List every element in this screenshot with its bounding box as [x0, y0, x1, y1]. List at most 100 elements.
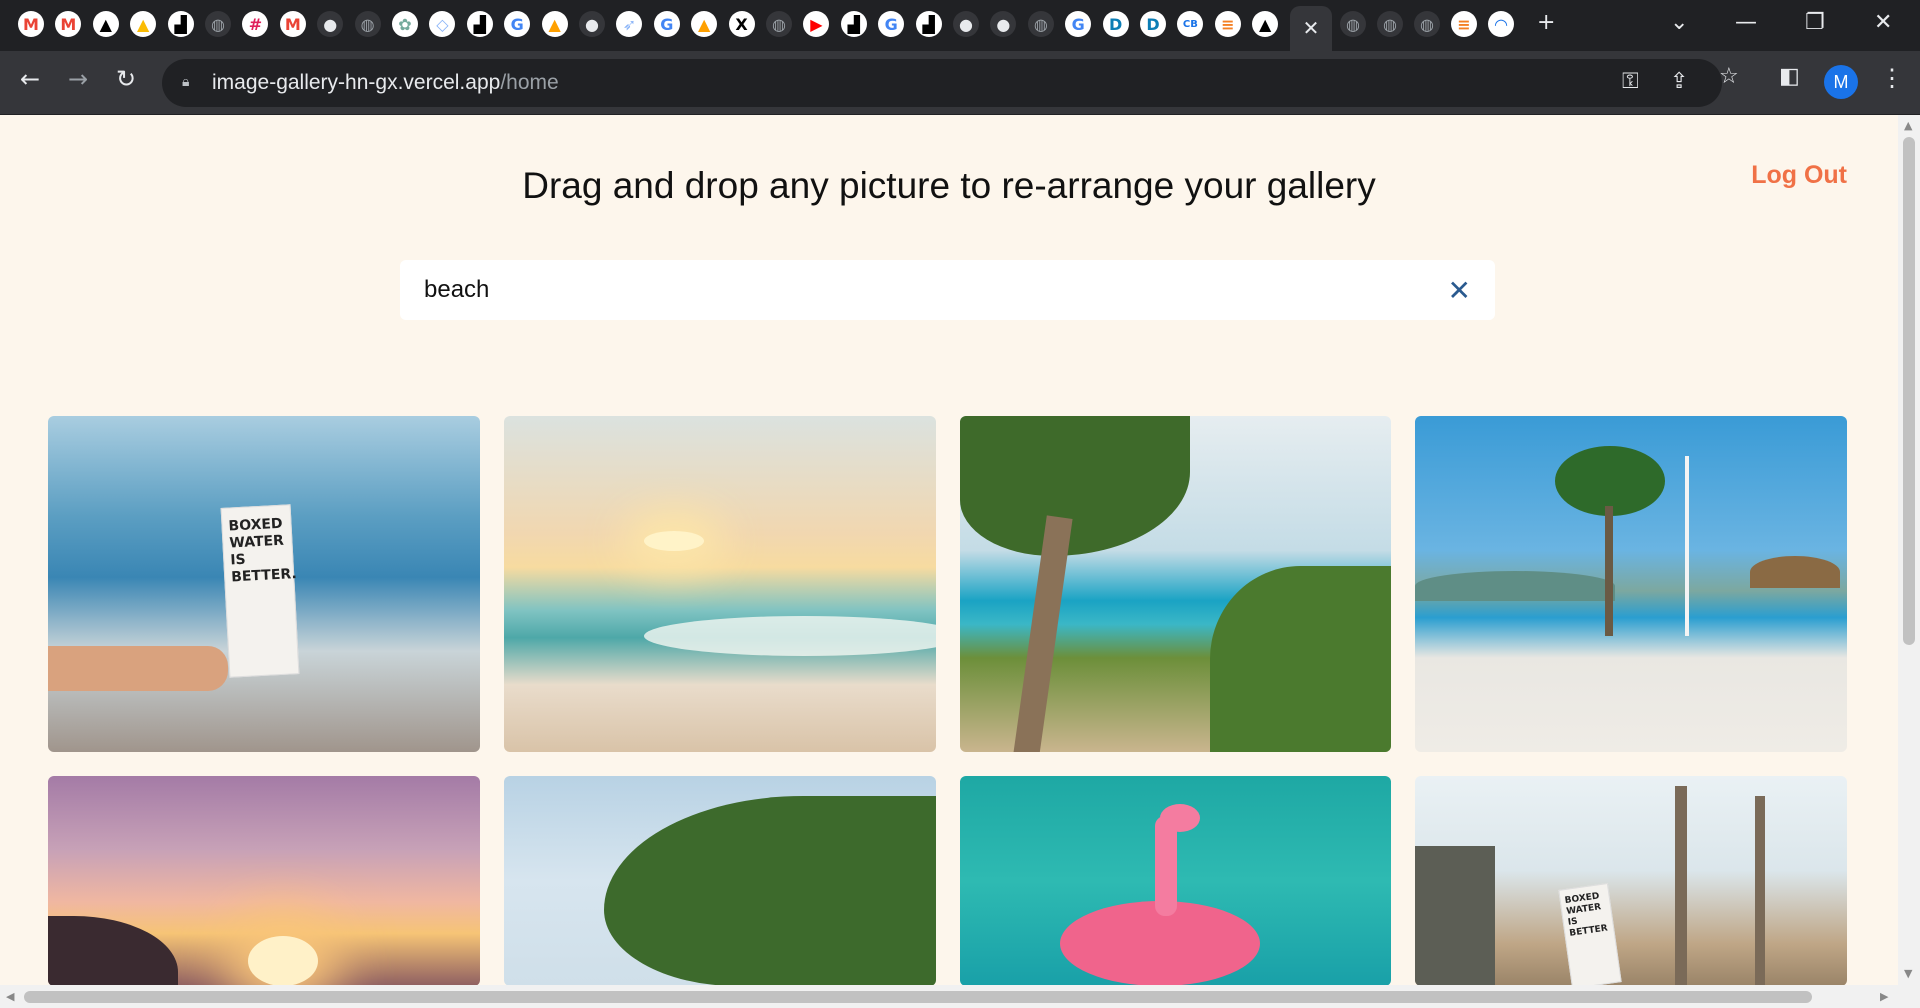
google-icon[interactable]: G [504, 11, 531, 37]
google-icon[interactable]: G [1065, 11, 1092, 37]
carton-label: BOXED WATER IS BETTER [1564, 891, 1609, 939]
vercel-icon[interactable]: ▲ [92, 11, 119, 37]
github-icon[interactable]: ● [990, 11, 1017, 37]
gmail-icon[interactable]: M [55, 11, 82, 37]
gallery-image-flamingo-float[interactable] [960, 776, 1391, 985]
minimize-icon[interactable]: — [1735, 10, 1757, 35]
palm-trunk [1675, 786, 1687, 985]
dark-site-icon[interactable]: ▟ [167, 11, 194, 37]
vertical-scroll-thumb[interactable] [1903, 137, 1915, 645]
globe-icon[interactable]: ◍ [1027, 11, 1054, 37]
gallery-image-boxed-water-beach[interactable]: BOXED WATER IS BETTER. [48, 416, 480, 752]
beach-umbrella [1750, 556, 1840, 588]
google-icon[interactable]: G [878, 11, 905, 37]
palm-fronds [960, 416, 1190, 556]
scroll-left-arrow-icon[interactable]: ◀ [6, 990, 14, 1003]
distant-hills [1415, 571, 1615, 601]
vercel-icon[interactable]: ▲ [1252, 11, 1279, 37]
boxed-water-carton: BOXED WATER IS BETTER. [220, 504, 300, 678]
island-silhouette [48, 916, 178, 985]
globe-icon[interactable]: ◍ [1377, 11, 1403, 37]
url-path: /home [500, 71, 559, 94]
sun-glow [644, 531, 704, 551]
side-panel-icon[interactable]: ◧ [1779, 64, 1800, 89]
stackoverflow-icon[interactable]: ≡ [1451, 11, 1477, 37]
lock-icon[interactable]: 🔒︎ [182, 73, 189, 90]
gallery-image-beach-sunset-waves[interactable] [504, 416, 936, 752]
x-icon[interactable]: X [728, 11, 755, 37]
slack-icon[interactable]: # [242, 11, 269, 37]
palm-trunk [1755, 796, 1765, 985]
clear-search-icon[interactable]: ✕ [1448, 274, 1471, 307]
rocket-icon[interactable]: ➶ [616, 11, 643, 37]
address-bar[interactable]: 🔒︎ image-gallery-hn-gx.vercel.app/home ⚿… [162, 59, 1722, 107]
scroll-down-arrow-icon[interactable]: ▼ [1904, 967, 1912, 980]
globe-icon[interactable]: ◍ [354, 11, 381, 37]
active-tab-close-icon[interactable]: ✕ [1290, 6, 1332, 51]
flamingo-head [1160, 804, 1200, 832]
profile-avatar[interactable]: M [1824, 65, 1858, 99]
gallery-image-beach-palm-umbrella[interactable] [1415, 416, 1847, 752]
gmail-icon[interactable]: M [18, 11, 44, 37]
url-text[interactable]: image-gallery-hn-gx.vercel.app/home [212, 71, 559, 95]
gmail-icon[interactable]: M [279, 11, 306, 37]
scroll-up-arrow-icon[interactable]: ▲ [1904, 119, 1912, 132]
dark-site-icon[interactable]: ▟ [840, 11, 867, 37]
firebase-icon[interactable]: ▲ [691, 11, 718, 37]
github-icon[interactable]: ● [317, 11, 344, 37]
spinner-icon[interactable]: ◠ [1488, 11, 1514, 37]
code-icon[interactable]: ◇ [429, 11, 456, 37]
gallery-page: Drag and drop any picture to re-arrange … [0, 115, 1898, 985]
globe-icon[interactable]: ◍ [1340, 11, 1366, 37]
cb-icon[interactable]: CB [1177, 11, 1204, 37]
drive-icon[interactable]: ▲ [130, 11, 157, 37]
bush [1210, 566, 1391, 752]
gallery-image-palm-beach-boxed-water[interactable]: BOXED WATER IS BETTER [1415, 776, 1847, 985]
page-title: Drag and drop any picture to re-arrange … [522, 165, 1376, 206]
share-icon[interactable]: ⇪ [1670, 69, 1688, 94]
scroll-right-arrow-icon[interactable]: ▶ [1880, 990, 1888, 1003]
gallery-image-palm-sky[interactable] [504, 776, 936, 985]
gallery-image-pink-sunset-island[interactable] [48, 776, 480, 985]
browser-menu-icon[interactable]: ⋮ [1880, 64, 1904, 93]
boxed-water-carton: BOXED WATER IS BETTER [1558, 883, 1622, 985]
new-tab-icon[interactable]: + [1537, 10, 1555, 35]
logout-button[interactable]: Log Out [1751, 161, 1847, 190]
dark-site-icon[interactable]: ▟ [466, 11, 493, 37]
reload-icon[interactable]: ↻ [116, 65, 136, 93]
search-input[interactable] [424, 260, 1424, 320]
hand-shape [48, 646, 228, 691]
d-icon[interactable]: D [1140, 11, 1166, 37]
window-close-icon[interactable]: ✕ [1874, 10, 1892, 35]
github-icon[interactable]: ● [579, 11, 605, 37]
tab-list-chevron-icon[interactable]: ⌄ [1670, 10, 1688, 35]
github-icon[interactable]: ● [953, 11, 979, 37]
sun-glow [248, 936, 318, 985]
gallery-image-palm-trees-lagoon[interactable] [960, 416, 1391, 752]
boat-mast [1685, 456, 1689, 636]
horizontal-scroll-thumb[interactable] [24, 991, 1812, 1003]
search-box: ✕ [400, 260, 1495, 320]
bookmark-star-icon[interactable]: ☆ [1719, 64, 1739, 89]
carton-label: BOXED WATER IS BETTER. [228, 515, 298, 586]
wave-foam [644, 616, 936, 656]
google-icon[interactable]: G [653, 11, 680, 37]
key-icon[interactable]: ⚿ [1622, 69, 1639, 94]
restore-icon[interactable]: ❐ [1805, 10, 1825, 35]
browser-tab-strip: M M ▲ ▲ ▟ ◍ # M ● ◍ ✿ ◇ ▟ G ▲ ● ➶ G ▲ X ◍ ▶ ▟ G ▟ ● ● ◍ G D D CB ≡ ▲ ✕ ◍ ◍ ◍ ≡… [0, 0, 1920, 51]
dark-site-icon[interactable]: ▟ [915, 11, 942, 37]
firebase-icon[interactable]: ▲ [541, 11, 568, 37]
globe-icon[interactable]: ◍ [766, 11, 792, 37]
vertical-scrollbar[interactable]: ▲ ▼ [1898, 115, 1920, 985]
graffiti-pillar [1415, 846, 1495, 985]
globe-icon[interactable]: ◍ [205, 11, 231, 37]
globe-icon[interactable]: ◍ [1414, 11, 1440, 37]
forward-icon[interactable]: → [68, 65, 88, 93]
youtube-icon[interactable]: ▶ [803, 11, 830, 37]
palm-trunk [1605, 506, 1613, 636]
d-icon[interactable]: D [1102, 11, 1129, 37]
horizontal-scrollbar[interactable]: ◀ ▶ [0, 985, 1920, 1008]
stackoverflow-icon[interactable]: ≡ [1214, 11, 1241, 37]
chatgpt-icon[interactable]: ✿ [392, 11, 418, 37]
back-icon[interactable]: ← [20, 65, 40, 93]
